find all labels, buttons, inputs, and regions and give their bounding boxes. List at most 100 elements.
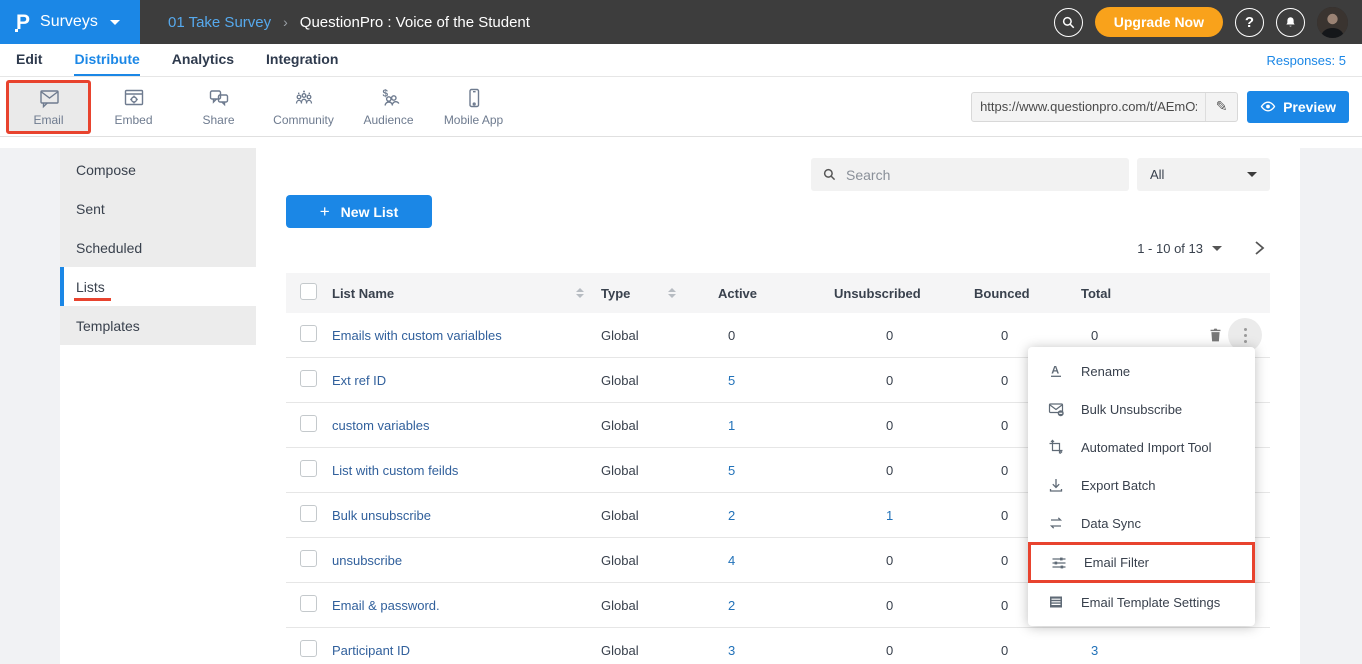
row-checkbox[interactable]: [300, 370, 317, 387]
list-name-link[interactable]: Email & password.: [328, 598, 586, 613]
active-count[interactable]: 5: [664, 463, 791, 478]
row-checkbox[interactable]: [300, 505, 317, 522]
sidebar-item[interactable]: Templates: [60, 306, 256, 345]
row-checkbox[interactable]: [300, 640, 317, 657]
preview-button[interactable]: Preview: [1247, 91, 1349, 123]
toolbar-item-audience[interactable]: $ Audience: [346, 80, 431, 134]
nav-tab[interactable]: Analytics: [172, 44, 234, 76]
user-avatar[interactable]: [1317, 7, 1348, 38]
list-name-link[interactable]: Bulk unsubscribe: [328, 508, 586, 523]
total-count[interactable]: 0: [1062, 328, 1150, 343]
import-tool-icon: [1048, 439, 1064, 455]
search-input[interactable]: [846, 167, 1118, 183]
select-all-checkbox[interactable]: [300, 283, 317, 300]
toolbar-item-community[interactable]: Community: [261, 80, 346, 134]
active-count[interactable]: 0: [664, 328, 791, 343]
bell-icon: [1283, 15, 1298, 30]
toolbar-item-share[interactable]: Share: [176, 80, 261, 134]
search-icon: [1061, 15, 1076, 30]
row-checkbox[interactable]: [300, 595, 317, 612]
toolbar-item-mobile-app[interactable]: Mobile App: [431, 80, 516, 134]
menu-item-bulk-unsubscribe[interactable]: Bulk Unsubscribe: [1028, 390, 1255, 428]
search-button[interactable]: [1054, 8, 1083, 37]
bounced-count[interactable]: 0: [949, 643, 1062, 658]
unsubscribed-count[interactable]: 0: [791, 463, 949, 478]
active-count[interactable]: 4: [664, 553, 791, 568]
list-name-link[interactable]: custom variables: [328, 418, 586, 433]
col-header-list-name[interactable]: List Name: [332, 286, 394, 301]
sidebar-item[interactable]: Sent: [60, 189, 256, 228]
pagination-range-dropdown[interactable]: 1 - 10 of 13: [1137, 241, 1222, 256]
help-button[interactable]: ?: [1235, 8, 1264, 37]
unsubscribed-count[interactable]: 0: [791, 553, 949, 568]
list-name-link[interactable]: unsubscribe: [328, 553, 586, 568]
new-list-button[interactable]: + New List: [286, 195, 432, 228]
unsubscribed-count[interactable]: 1: [791, 508, 949, 523]
active-count[interactable]: 2: [664, 598, 791, 613]
menu-item-rename[interactable]: A Rename: [1028, 352, 1255, 390]
unsubscribed-count[interactable]: 0: [791, 598, 949, 613]
menu-item-label: Data Sync: [1081, 516, 1141, 531]
email-filter-icon: [1051, 555, 1067, 571]
list-name-link[interactable]: Ext ref ID: [328, 373, 586, 388]
list-type: Global: [586, 553, 664, 568]
menu-item-email-filter[interactable]: Email Filter: [1028, 542, 1255, 583]
menu-item-export-batch[interactable]: Export Batch: [1028, 466, 1255, 504]
email-sidebar: Compose Sent Scheduled Lists Templates: [60, 148, 256, 345]
unsubscribed-count[interactable]: 0: [791, 418, 949, 433]
newlist-row: + New List: [286, 195, 1270, 228]
survey-url-input[interactable]: [972, 99, 1205, 114]
active-count[interactable]: 3: [664, 643, 791, 658]
active-count[interactable]: 5: [664, 373, 791, 388]
active-count[interactable]: 1: [664, 418, 791, 433]
list-name-link[interactable]: Emails with custom varialbles: [328, 328, 586, 343]
delete-list-button[interactable]: [1207, 326, 1224, 344]
chevron-right-icon: [1252, 240, 1266, 256]
nav-tab[interactable]: Distribute: [74, 44, 139, 76]
bounced-count[interactable]: 0: [949, 328, 1062, 343]
nav-tabs: Edit Distribute Analytics Integration: [16, 44, 370, 76]
sidebar-item[interactable]: Compose: [60, 150, 256, 189]
menu-item-label: Automated Import Tool: [1081, 440, 1212, 455]
next-page-button[interactable]: [1252, 240, 1270, 256]
total-count[interactable]: 3: [1062, 643, 1150, 658]
sidebar-item-label: Lists: [76, 279, 105, 295]
edit-url-button[interactable]: ✎: [1205, 93, 1237, 121]
toolbar-item-label: Share: [202, 113, 234, 127]
page-title: QuestionPro : Voice of the Student: [300, 14, 530, 31]
active-count[interactable]: 2: [664, 508, 791, 523]
menu-item-email-template-settings[interactable]: Email Template Settings: [1028, 583, 1255, 621]
row-checkbox[interactable]: [300, 415, 317, 432]
sidebar-item-label: Templates: [76, 318, 140, 334]
upgrade-now-button[interactable]: Upgrade Now: [1095, 7, 1223, 37]
sort-icon[interactable]: [576, 288, 584, 298]
list-filter-dropdown[interactable]: All: [1137, 158, 1270, 191]
row-checkbox[interactable]: [300, 460, 317, 477]
unsubscribed-count[interactable]: 0: [791, 373, 949, 388]
sidebar-item[interactable]: Lists: [60, 267, 256, 306]
toolbar-item-label: Mobile App: [444, 113, 503, 127]
nav-tab[interactable]: Integration: [266, 44, 338, 76]
rename-icon: A: [1048, 363, 1064, 379]
responses-count[interactable]: Responses: 5: [1267, 53, 1347, 68]
row-checkbox[interactable]: [300, 550, 317, 567]
breadcrumb: 01 Take Survey › QuestionPro : Voice of …: [168, 14, 530, 31]
unsubscribed-count[interactable]: 0: [791, 643, 949, 658]
breadcrumb-survey-link[interactable]: 01 Take Survey: [168, 14, 271, 31]
menu-item-automated-import-tool[interactable]: Automated Import Tool: [1028, 428, 1255, 466]
pagination: 1 - 10 of 13: [286, 235, 1270, 261]
product-switcher[interactable]: P Surveys: [0, 0, 140, 44]
toolbar-item-embed[interactable]: Embed: [91, 80, 176, 134]
col-header-unsubscribed: Unsubscribed: [791, 286, 949, 301]
toolbar-item-email[interactable]: Email: [6, 80, 91, 134]
col-header-type[interactable]: Type: [601, 286, 630, 301]
breadcrumb-separator: ›: [283, 14, 288, 30]
unsubscribed-count[interactable]: 0: [791, 328, 949, 343]
list-name-link[interactable]: Participant ID: [328, 643, 586, 658]
list-name-link[interactable]: List with custom feilds: [328, 463, 586, 478]
nav-tab[interactable]: Edit: [16, 44, 42, 76]
menu-item-data-sync[interactable]: Data Sync: [1028, 504, 1255, 542]
notifications-button[interactable]: [1276, 8, 1305, 37]
sidebar-item[interactable]: Scheduled: [60, 228, 256, 267]
row-checkbox[interactable]: [300, 325, 317, 342]
